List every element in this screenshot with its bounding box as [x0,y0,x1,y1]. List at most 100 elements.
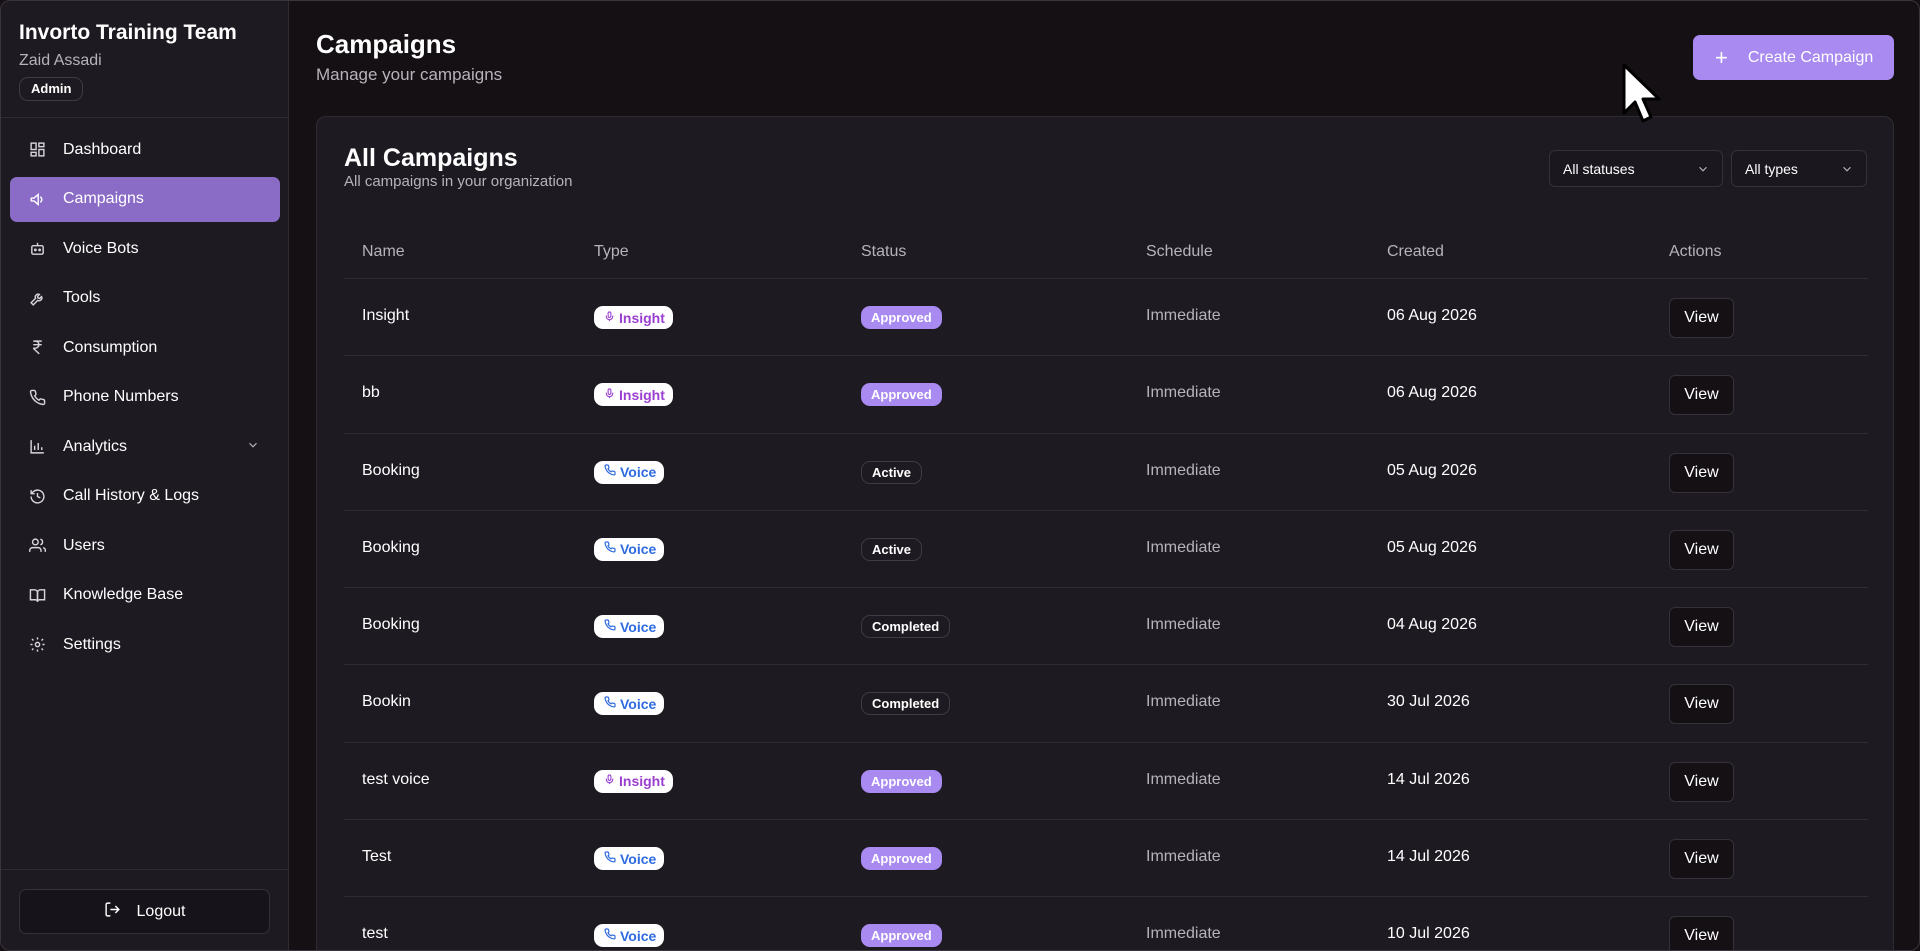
type-pill: Voice [594,460,665,484]
type-label: Insight [619,309,665,326]
type-pill: Insight [594,383,673,407]
type-filter-value: All types [1745,160,1798,177]
logout-label: Logout [136,902,186,920]
status-badge: Approved [861,306,942,329]
campaign-name: Test [362,848,392,866]
sidebar-item-knowledge-base[interactable]: Knowledge Base [10,573,280,618]
sidebar-item-label: Consumption [63,338,158,356]
sidebar-item-label: Users [63,536,105,554]
sidebar-item-phone-numbers[interactable]: Phone Numbers [10,375,280,420]
wrench-icon [28,289,46,307]
view-button[interactable]: View [1669,529,1734,570]
chevron-down-icon[interactable] [246,438,260,457]
view-button[interactable]: View [1669,761,1734,802]
sidebar-item-label: Voice Bots [63,239,139,257]
created-date: 14 Jul 2026 [1387,770,1470,788]
create-campaign-label: Create Campaign [1747,48,1874,66]
view-button[interactable]: View [1669,452,1734,493]
schedule-value: Immediate [1146,616,1221,634]
create-campaign-button[interactable]: + Create Campaign [1693,35,1894,80]
type-label: Voice [620,927,657,944]
phone-icon [604,463,616,481]
sidebar-item-users[interactable]: Users [10,523,280,568]
microphone-icon [604,386,615,404]
sidebar-item-label: Dashboard [63,140,142,158]
page-subtitle: Manage your campaigns [316,65,503,84]
phone-icon [604,695,616,713]
schedule-value: Immediate [1146,461,1221,479]
dashboard-icon [28,141,46,159]
view-button[interactable]: View [1669,298,1734,338]
campaign-name: Insight [362,307,410,324]
history-icon [28,487,46,505]
column-header-status: Status [861,243,907,260]
type-label: Voice [620,541,657,558]
status-filter-select[interactable]: All statuses [1549,150,1723,187]
view-button[interactable]: View [1669,684,1734,725]
app-window: Invorto Training Team Zaid Assadi Admin … [0,0,1920,951]
table-body: Insight Insight Approved Immediate 06 Au… [344,279,1868,950]
org-header: Invorto Training Team Zaid Assadi Admin [19,21,237,101]
schedule-value: Immediate [1146,848,1221,866]
sidebar-divider [1,869,289,870]
column-header-actions: Actions [1669,243,1722,260]
view-button[interactable]: View [1669,375,1734,416]
logout-icon [104,901,121,923]
sidebar-item-dashboard[interactable]: Dashboard [10,127,280,172]
table-row: Test Voice Approved Immediate 14 Jul 202… [344,820,1868,898]
sidebar-item-consumption[interactable]: Consumption [10,325,280,370]
users-icon [28,537,46,555]
column-header-schedule: Schedule [1146,243,1213,260]
schedule-value: Immediate [1146,538,1221,556]
status-badge: Approved [861,769,942,793]
sidebar-item-tools[interactable]: Tools [10,276,280,321]
type-label: Voice [620,464,657,481]
type-label: Insight [619,386,665,403]
campaign-name: Booking [362,616,420,634]
sidebar-item-label: Call History & Logs [63,487,200,504]
view-button[interactable]: View [1669,839,1734,880]
created-date: 05 Aug 2026 [1387,461,1477,479]
campaign-name: bb [362,384,380,402]
campaigns-table: Name Type Status Schedule Created Action… [344,223,1868,950]
created-date: 30 Jul 2026 [1387,693,1470,711]
phone-icon [604,850,616,868]
column-header-name: Name [362,243,405,260]
chevron-down-icon [1840,162,1854,181]
phone-icon [604,540,616,558]
campaigns-card: All Campaigns All campaigns in your orga… [316,116,1894,950]
table-row: bb Insight Approved Immediate 06 Aug 202… [344,356,1868,434]
bar-chart-icon [28,438,46,456]
created-date: 14 Jul 2026 [1387,848,1470,866]
schedule-value: Immediate [1146,693,1221,711]
sidebar-item-label: Campaigns [63,190,144,207]
created-date: 06 Aug 2026 [1387,384,1477,402]
type-label: Voice [620,618,657,635]
type-pill: Voice [594,847,665,871]
status-filter-value: All statuses [1563,160,1635,177]
type-filter-select[interactable]: All types [1731,150,1867,187]
sidebar-item-label: Analytics [63,437,128,455]
bot-icon [28,240,46,258]
view-button[interactable]: View [1669,916,1734,950]
sidebar-item-settings[interactable]: Settings [10,622,280,667]
type-pill: Voice [594,615,665,639]
sidebar-item-label: Knowledge Base [63,586,184,603]
sidebar-item-campaigns[interactable]: Campaigns [10,176,280,222]
created-date: 06 Aug 2026 [1387,307,1477,324]
created-date: 10 Jul 2026 [1387,925,1470,943]
sidebar-item-call-history[interactable]: Call History & Logs [10,474,280,519]
chevron-down-icon [1696,162,1710,181]
sidebar-item-voice-bots[interactable]: Voice Bots [10,226,280,271]
column-header-type: Type [594,243,629,260]
table-row: Bookin Voice Completed Immediate 30 Jul … [344,665,1868,743]
view-button[interactable]: View [1669,607,1734,648]
table-row: Insight Insight Approved Immediate 06 Au… [344,279,1868,357]
type-pill: Insight [594,769,673,793]
table-row: Booking Voice Active Immediate 05 Aug 20… [344,434,1868,511]
page-title: Campaigns [316,29,457,59]
campaign-name: test voice [362,770,430,788]
status-badge: Approved [861,924,942,948]
logout-button[interactable]: Logout [19,889,270,934]
sidebar-item-analytics[interactable]: Analytics [10,424,280,469]
